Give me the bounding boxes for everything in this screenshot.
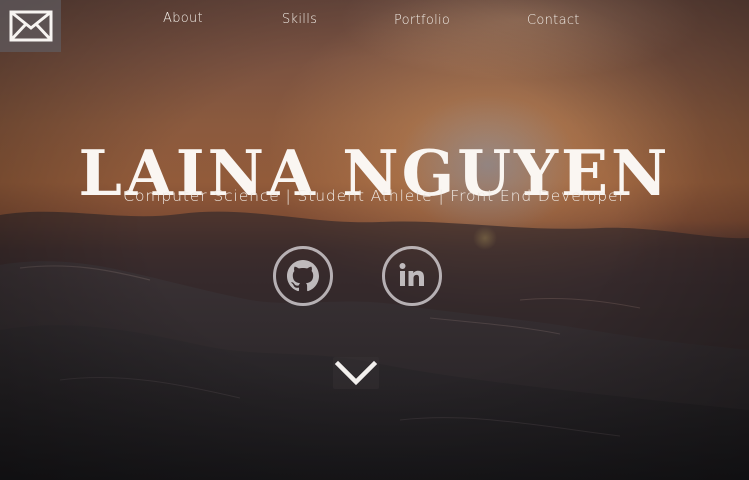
top-navigation: About Skills Portfolio Contact: [0, 0, 749, 44]
chevron-down-icon: [333, 357, 379, 389]
github-octocat-icon: [287, 260, 319, 292]
nav-portfolio-link[interactable]: Portfolio: [394, 13, 450, 28]
linkedin-icon: [399, 263, 424, 286]
hero-tagline: Computer Science | Student Athlete | Fro…: [123, 187, 626, 205]
scroll-down-button[interactable]: [333, 357, 379, 389]
vignette-overlay: [0, 0, 749, 480]
hero-section: About Skills Portfolio Contact LAINA NGU…: [0, 0, 749, 480]
nav-about-link[interactable]: About: [163, 11, 203, 26]
nav-contact-link[interactable]: Contact: [527, 13, 580, 28]
github-link[interactable]: [273, 246, 333, 306]
nav-skills-link[interactable]: Skills: [282, 12, 317, 27]
linkedin-link[interactable]: [382, 246, 442, 306]
